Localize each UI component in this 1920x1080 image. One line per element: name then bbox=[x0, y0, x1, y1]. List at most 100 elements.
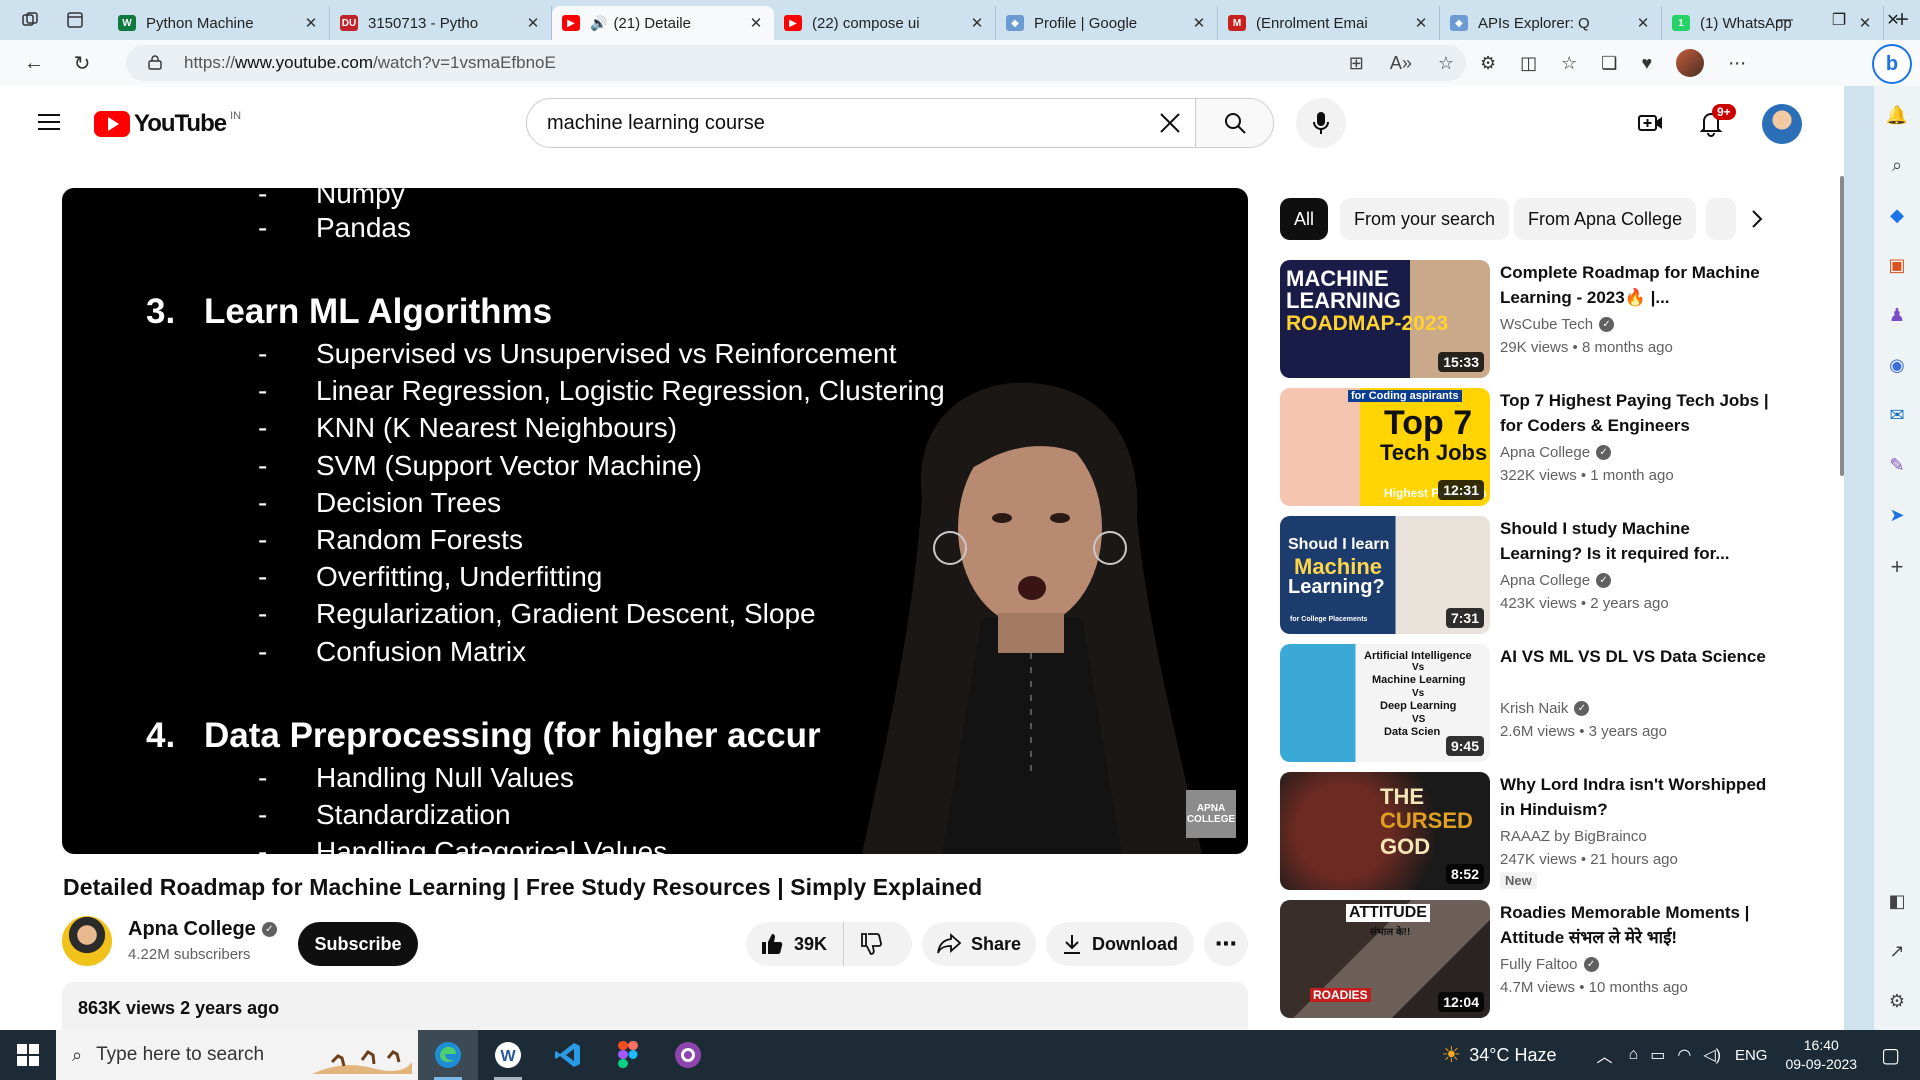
channel-watermark[interactable]: APNA COLLEGE bbox=[1186, 790, 1236, 838]
sidebar-toggle-icon[interactable]: ◧ bbox=[1884, 888, 1910, 914]
workspaces-icon[interactable] bbox=[16, 5, 43, 35]
profile-avatar[interactable] bbox=[1676, 49, 1705, 77]
read-aloud-icon[interactable]: A» bbox=[1390, 53, 1412, 74]
more-actions-button[interactable]: ⋯ bbox=[1204, 922, 1248, 966]
video-player[interactable]: - Numpy - Pandas 3. Learn ML Algorithms - Super… bbox=[62, 188, 1248, 854]
notification-center-icon[interactable]: ▢ bbox=[1881, 1043, 1900, 1068]
recommended-channel[interactable]: Apna College ✓ bbox=[1500, 444, 1612, 461]
tab-close-icon[interactable]: ✕ bbox=[1413, 14, 1429, 32]
tab-audio-icon[interactable]: 🔊 bbox=[590, 15, 607, 32]
security-icon[interactable]: ♥ bbox=[1641, 53, 1652, 74]
search-input[interactable]: machine learning course bbox=[527, 112, 1145, 135]
wifi-icon[interactable]: ◠ bbox=[1677, 1045, 1691, 1065]
search-button[interactable] bbox=[1195, 99, 1273, 147]
search-sidebar-icon[interactable]: ⌕ bbox=[1884, 152, 1910, 178]
taskbar-github-app[interactable] bbox=[658, 1030, 718, 1080]
collections-icon[interactable]: ❏ bbox=[1601, 53, 1617, 74]
subscribe-button[interactable]: Subscribe bbox=[298, 922, 418, 966]
games-icon[interactable]: ♟ bbox=[1884, 302, 1910, 328]
taskbar-word-app[interactable]: W bbox=[478, 1030, 538, 1080]
send-icon[interactable]: ➤ bbox=[1884, 502, 1910, 528]
tools-icon[interactable]: ▣ bbox=[1884, 252, 1910, 278]
tab-actions-icon[interactable] bbox=[61, 5, 88, 35]
weather-text[interactable]: 34°C Haze bbox=[1469, 1045, 1556, 1066]
settings-more-icon[interactable]: ⋯ bbox=[1728, 53, 1746, 74]
account-avatar[interactable] bbox=[1762, 104, 1802, 144]
external-link-icon[interactable]: ↗ bbox=[1884, 938, 1910, 964]
chevron-right-icon[interactable] bbox=[1736, 198, 1778, 240]
recommended-video-title[interactable]: Roadies Memorable Moments | Attitude संभ… bbox=[1500, 900, 1770, 950]
volume-icon[interactable]: ◁) bbox=[1703, 1045, 1721, 1065]
filter-chip[interactable]: From Apna College bbox=[1514, 198, 1697, 240]
tab-close-icon[interactable]: ✕ bbox=[525, 14, 541, 32]
voice-search-button[interactable] bbox=[1296, 98, 1346, 148]
recommended-video[interactable]: MACHINE LEARNING ROADMAP-2023 15:33 Complete… bbox=[1280, 260, 1760, 378]
browser-tab[interactable]: ▶ (22) compose ui ✕ bbox=[774, 6, 996, 40]
start-button[interactable] bbox=[0, 1030, 56, 1080]
extensions-icon[interactable]: ⚙ bbox=[1480, 53, 1496, 74]
recommended-channel[interactable]: Krish Naik ✓ bbox=[1500, 700, 1590, 717]
channel-avatar[interactable] bbox=[62, 916, 112, 966]
recommended-video-title[interactable]: Why Lord Indra isn't Worshipped in Hindu… bbox=[1500, 772, 1770, 822]
tab-close-icon[interactable]: ✕ bbox=[1635, 14, 1651, 32]
tab-close-icon[interactable]: ✕ bbox=[303, 14, 319, 32]
video-thumbnail[interactable]: ATTITUDE संभाल के!! ROADIES 12:04 bbox=[1280, 900, 1490, 1018]
share-button[interactable]: Share bbox=[922, 922, 1036, 966]
copilot-icon[interactable]: ◉ bbox=[1884, 352, 1910, 378]
recommended-video-title[interactable]: AI VS ML VS DL VS Data Science bbox=[1500, 644, 1770, 669]
recommended-video-title[interactable]: Should I study Machine Learning? Is it r… bbox=[1500, 516, 1770, 566]
recommended-video[interactable]: for Coding aspirants Top 7 Tech Jobs Highes… bbox=[1280, 388, 1769, 506]
description-box[interactable]: 863K views 2 years ago bbox=[62, 982, 1248, 1030]
video-thumbnail[interactable]: THE CURSED GOD 8:52 bbox=[1280, 772, 1490, 890]
filter-chip[interactable]: All bbox=[1280, 198, 1329, 240]
outlook-icon[interactable]: ✉ bbox=[1884, 402, 1910, 428]
search-box[interactable]: machine learning course bbox=[526, 98, 1274, 148]
designer-icon[interactable]: ✎ bbox=[1884, 452, 1910, 478]
channel-name[interactable]: Apna College ✓ bbox=[128, 918, 277, 941]
clock[interactable]: 16:40 09-09-2023 bbox=[1785, 1036, 1857, 1074]
recommended-channel[interactable]: WsCube Tech ✓ bbox=[1500, 316, 1615, 333]
browser-tab[interactable]: ▶ 🔊 (21) Detaile ✕ bbox=[552, 6, 774, 40]
recommended-video[interactable]: ATTITUDE संभाल के!! ROADIES 12:04 Roadies Me… bbox=[1280, 900, 1760, 1018]
split-screen-icon[interactable]: ◫ bbox=[1520, 53, 1537, 74]
browser-tab[interactable]: ◆ Profile | Google ✕ bbox=[996, 6, 1218, 40]
recommended-video-title[interactable]: Top 7 Highest Paying Tech Jobs | for Cod… bbox=[1500, 388, 1770, 438]
dislike-button[interactable] bbox=[844, 932, 898, 956]
notification-icon[interactable]: 🔔 bbox=[1884, 102, 1910, 128]
recommended-video-title[interactable]: Complete Roadmap for Machine Learning - … bbox=[1500, 260, 1770, 310]
download-button[interactable]: Download bbox=[1046, 922, 1194, 966]
restore-button[interactable]: ❐ bbox=[1812, 0, 1866, 40]
create-video-icon[interactable] bbox=[1636, 108, 1666, 138]
filter-chip[interactable]: From your search bbox=[1340, 198, 1510, 240]
tab-close-icon[interactable]: ✕ bbox=[748, 14, 764, 32]
recommended-channel[interactable]: Apna College ✓ bbox=[1500, 572, 1612, 589]
tab-close-icon[interactable]: ✕ bbox=[1191, 14, 1207, 32]
shopping-tag-icon[interactable]: ◆ bbox=[1884, 202, 1910, 228]
browser-tab[interactable]: ◆ APIs Explorer: Q ✕ bbox=[1440, 6, 1662, 40]
favorites-icon[interactable]: ☆ bbox=[1561, 53, 1577, 74]
add-sidebar-icon[interactable]: + bbox=[1884, 554, 1910, 580]
language-indicator[interactable]: ENG bbox=[1735, 1047, 1768, 1064]
minimize-button[interactable]: — bbox=[1758, 0, 1812, 40]
recommended-video[interactable]: Artificial Intelligence Vs Machine Learnin… bbox=[1280, 644, 1766, 762]
tab-close-icon[interactable]: ✕ bbox=[969, 14, 985, 32]
chevron-up-icon[interactable]: ︿ bbox=[1597, 1043, 1613, 1067]
browser-tab[interactable]: DU 3150713 - Pytho ✕ bbox=[330, 6, 552, 40]
apps-icon[interactable]: ⊞ bbox=[1349, 53, 1364, 74]
recommended-video[interactable]: THE CURSED GOD 8:52 Why Lord Indra isn't Wor… bbox=[1280, 772, 1766, 890]
filter-chip-partial[interactable] bbox=[1706, 198, 1736, 240]
menu-icon[interactable] bbox=[36, 108, 64, 136]
favorite-star-icon[interactable]: ☆ bbox=[1438, 53, 1454, 74]
bing-copilot-icon[interactable]: b bbox=[1872, 44, 1912, 84]
battery-icon[interactable]: ▭ bbox=[1650, 1045, 1665, 1065]
close-window-button[interactable]: ✕ bbox=[1866, 0, 1920, 40]
reload-button[interactable]: ↻ bbox=[62, 43, 102, 83]
video-thumbnail[interactable]: Artificial Intelligence Vs Machine Learnin… bbox=[1280, 644, 1490, 762]
recommended-video[interactable]: Shoud I learn Machine Learning? for College… bbox=[1280, 516, 1760, 634]
video-thumbnail[interactable]: for Coding aspirants Top 7 Tech Jobs Highes… bbox=[1280, 388, 1490, 506]
video-thumbnail[interactable]: MACHINE LEARNING ROADMAP-2023 15:33 bbox=[1280, 260, 1490, 378]
back-button[interactable]: ← bbox=[14, 43, 54, 83]
meet-icon[interactable]: ⌂ bbox=[1629, 1046, 1639, 1064]
like-button[interactable]: 39K bbox=[746, 922, 845, 966]
taskbar-edge-app[interactable] bbox=[418, 1030, 478, 1080]
